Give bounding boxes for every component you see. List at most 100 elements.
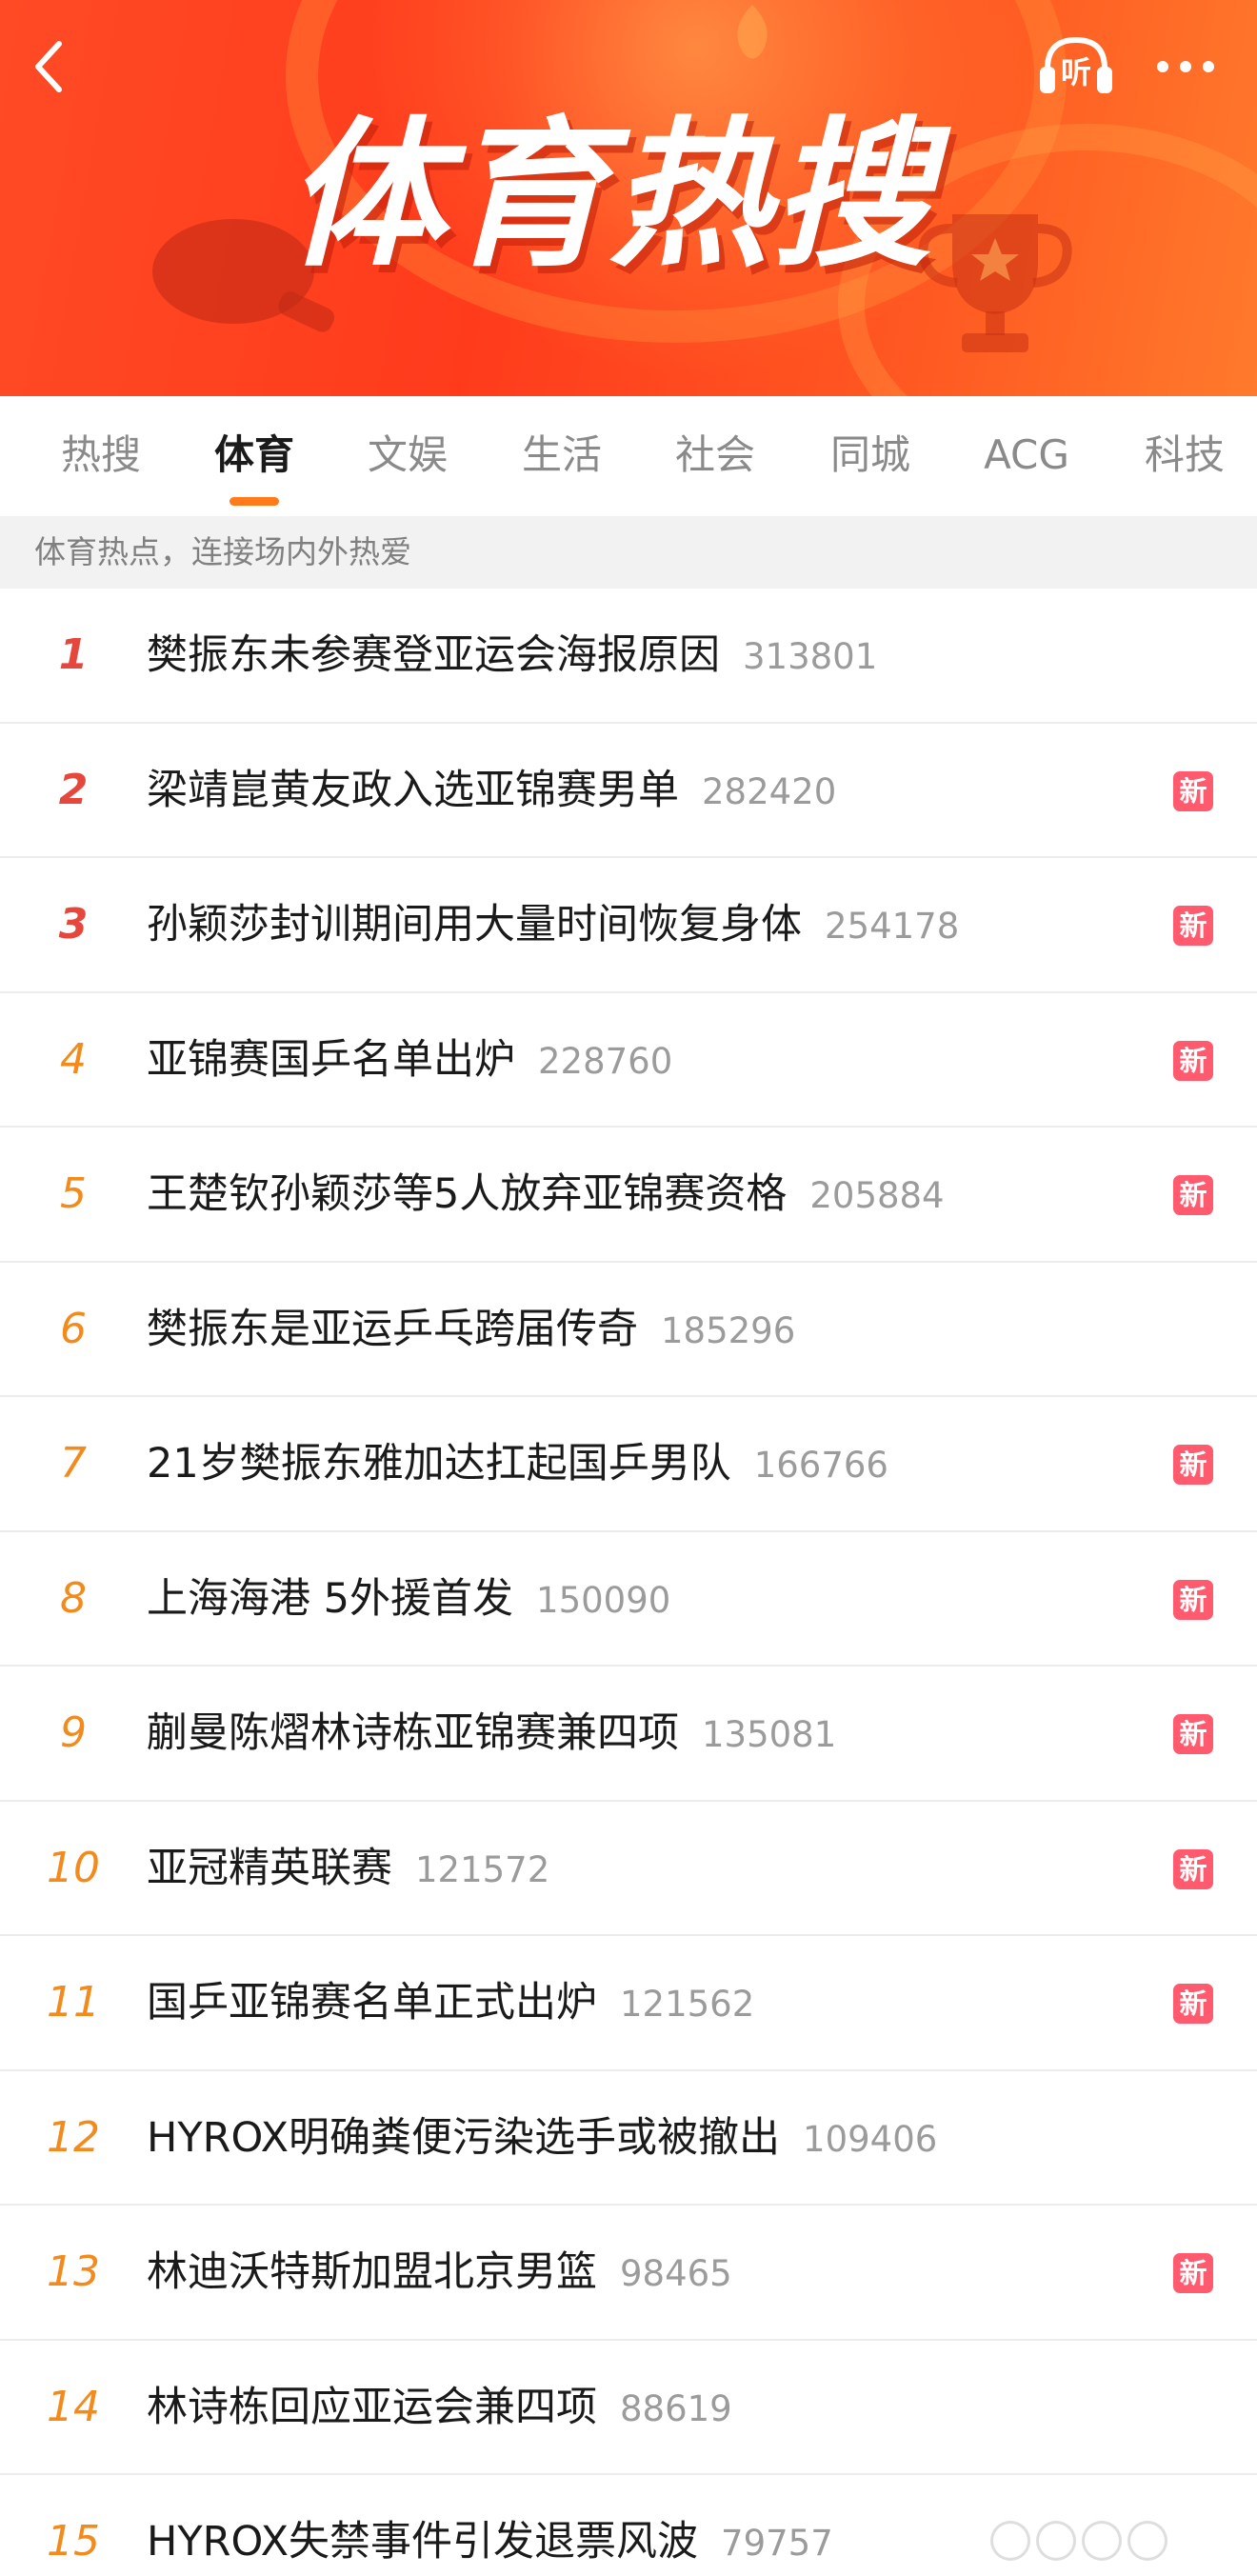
topic-title: 林迪沃特斯加盟北京男篮 bbox=[147, 2248, 597, 2296]
hot-search-row[interactable]: 10 亚冠精英联赛 121572 新 bbox=[0, 1802, 1257, 1936]
rank-number: 6 bbox=[60, 1304, 87, 1353]
topic-title: 蒯曼陈熠林诗栋亚锦赛兼四项 bbox=[147, 1709, 679, 1757]
hot-search-row[interactable]: 2 梁靖崑黄友政入选亚锦赛男单 282420 新 bbox=[0, 724, 1257, 858]
row-text: 梁靖崑黄友政入选亚锦赛男单 282420 bbox=[147, 724, 836, 857]
topic-title: HYROX失禁事件引发退票风波 bbox=[147, 2518, 699, 2566]
hot-search-row[interactable]: 11 国乒亚锦赛名单正式出炉 121562 新 bbox=[0, 1936, 1257, 2071]
row-text: 林迪沃特斯加盟北京男篮 98465 bbox=[147, 2206, 732, 2339]
hot-search-row[interactable]: 14 林诗栋回应亚运会兼四项 88619 bbox=[0, 2341, 1257, 2475]
heat-count: 282420 bbox=[702, 770, 837, 812]
row-text: 王楚钦孙颖莎等5人放弃亚锦赛资格 205884 bbox=[147, 1128, 945, 1261]
hot-search-row[interactable]: 13 林迪沃特斯加盟北京男篮 98465 新 bbox=[0, 2206, 1257, 2341]
new-badge: 新 bbox=[1173, 1714, 1213, 1754]
heat-count: 121562 bbox=[620, 1984, 755, 2025]
row-text: 蒯曼陈熠林诗栋亚锦赛兼四项 135081 bbox=[147, 1667, 836, 1800]
rank-number: 15 bbox=[47, 2517, 100, 2566]
row-text: 国乒亚锦赛名单正式出炉 121562 bbox=[147, 1936, 754, 2069]
row-text: HYROX明确粪便污染选手或被撤出 109406 bbox=[147, 2071, 937, 2205]
rank-number: 5 bbox=[60, 1169, 87, 1218]
hot-search-row[interactable]: 6 樊振东是亚运乒乓跨届传奇 185296 bbox=[0, 1263, 1257, 1397]
watermark-circle bbox=[1127, 2521, 1167, 2561]
more-options-button[interactable] bbox=[1147, 38, 1224, 95]
rank-number: 3 bbox=[58, 900, 89, 949]
new-badge: 新 bbox=[1173, 770, 1213, 811]
row-text: 樊振东是亚运乒乓跨届传奇 185296 bbox=[147, 1263, 795, 1396]
rank-number: 12 bbox=[47, 2112, 100, 2162]
rank-number: 2 bbox=[58, 765, 89, 814]
new-badge: 新 bbox=[1173, 1040, 1213, 1081]
hot-search-row[interactable]: 12 HYROX明确粪便污染选手或被撤出 109406 bbox=[0, 2071, 1257, 2206]
torch-icon bbox=[737, 5, 768, 59]
topic-title: 樊振东未参赛登亚运会海报原因 bbox=[147, 631, 720, 679]
topic-title: 国乒亚锦赛名单正式出炉 bbox=[147, 1979, 597, 2027]
rank-number: 10 bbox=[47, 1843, 100, 1892]
hot-search-row[interactable]: 4 亚锦赛国乒名单出炉 228760 新 bbox=[0, 993, 1257, 1128]
topic-title: 梁靖崑黄友政入选亚锦赛男单 bbox=[147, 766, 679, 814]
heat-count: 150090 bbox=[536, 1579, 671, 1621]
hot-search-row[interactable]: 3 孙颖莎封训期间用大量时间恢复身体 254178 新 bbox=[0, 858, 1257, 993]
row-text: 樊振东未参赛登亚运会海报原因 313801 bbox=[147, 589, 877, 722]
heat-count: 135081 bbox=[702, 1714, 837, 1755]
new-badge: 新 bbox=[1173, 1175, 1213, 1215]
tab-tech[interactable]: 科技 bbox=[1139, 427, 1230, 484]
row-text: 21岁樊振东雅加达扛起国乒男队 166766 bbox=[147, 1397, 888, 1530]
topic-title: 林诗栋回应亚运会兼四项 bbox=[147, 2383, 597, 2431]
chevron-left-icon bbox=[35, 41, 62, 92]
more-dot-icon bbox=[1157, 61, 1168, 72]
tab-society[interactable]: 社会 bbox=[669, 427, 761, 484]
topic-title: HYROX明确粪便污染选手或被撤出 bbox=[147, 2113, 781, 2162]
heat-count: 313801 bbox=[743, 636, 878, 677]
topic-title: 王楚钦孙颖莎等5人放弃亚锦赛资格 bbox=[147, 1170, 788, 1218]
active-tab-indicator bbox=[229, 497, 279, 506]
heat-count: 79757 bbox=[721, 2523, 833, 2564]
watermark-circle bbox=[990, 2521, 1030, 2561]
hot-search-list: 1 樊振东未参赛登亚运会海报原因 313801 2 梁靖崑黄友政入选亚锦赛男单 28242… bbox=[0, 589, 1257, 2576]
heat-count: 205884 bbox=[809, 1175, 945, 1216]
heat-count: 121572 bbox=[415, 1848, 550, 1890]
tab-sports[interactable]: 体育 bbox=[209, 427, 300, 484]
hot-search-row[interactable]: 5 王楚钦孙颖莎等5人放弃亚锦赛资格 205884 新 bbox=[0, 1128, 1257, 1263]
more-dot-icon bbox=[1180, 61, 1191, 72]
rank-number: 4 bbox=[60, 1034, 87, 1084]
hot-search-row[interactable]: 9 蒯曼陈熠林诗栋亚锦赛兼四项 135081 新 bbox=[0, 1667, 1257, 1802]
tab-hot[interactable]: 热搜 bbox=[55, 427, 147, 484]
hot-search-row[interactable]: 7 21岁樊振东雅加达扛起国乒男队 166766 新 bbox=[0, 1397, 1257, 1532]
rank-number: 7 bbox=[60, 1439, 87, 1488]
back-button[interactable] bbox=[21, 29, 78, 105]
new-badge: 新 bbox=[1173, 2253, 1213, 2293]
rank-number: 9 bbox=[60, 1708, 87, 1757]
listen-button[interactable]: 听 bbox=[1038, 32, 1114, 99]
category-tabs: 热搜 体育 文娱 生活 社会 同城 ACG 科技 bbox=[0, 396, 1257, 516]
row-text: 上海海港 5外援首发 150090 bbox=[147, 1532, 670, 1666]
tab-acg[interactable]: ACG bbox=[973, 427, 1080, 484]
rank-number: 1 bbox=[58, 630, 89, 679]
heat-count: 109406 bbox=[803, 2118, 938, 2160]
watermark bbox=[990, 2514, 1247, 2567]
row-text: 林诗栋回应亚运会兼四项 88619 bbox=[147, 2341, 732, 2474]
topic-title: 孙颖莎封训期间用大量时间恢复身体 bbox=[147, 901, 802, 949]
row-text: 亚锦赛国乒名单出炉 228760 bbox=[147, 993, 672, 1127]
banner-title: 体育热搜 bbox=[286, 102, 933, 289]
tab-entertainment[interactable]: 文娱 bbox=[362, 427, 453, 484]
tab-life[interactable]: 生活 bbox=[516, 427, 608, 484]
heat-count: 254178 bbox=[825, 906, 960, 947]
rank-number: 13 bbox=[47, 2247, 100, 2296]
topic-title: 亚锦赛国乒名单出炉 bbox=[147, 1035, 515, 1084]
new-badge: 新 bbox=[1173, 1848, 1213, 1889]
hot-search-row[interactable]: 1 樊振东未参赛登亚运会海报原因 313801 bbox=[0, 589, 1257, 724]
row-text: 孙颖莎封训期间用大量时间恢复身体 254178 bbox=[147, 858, 959, 991]
topic-title: 上海海港 5外援首发 bbox=[147, 1574, 514, 1623]
header-banner: 体育热搜 听 bbox=[0, 0, 1257, 396]
heat-count: 166766 bbox=[753, 1445, 888, 1486]
watermark-circle bbox=[1082, 2521, 1122, 2561]
hot-search-row[interactable]: 8 上海海港 5外援首发 150090 新 bbox=[0, 1532, 1257, 1667]
heat-count: 98465 bbox=[620, 2253, 732, 2294]
topic-title: 樊振东是亚运乒乓跨届传奇 bbox=[147, 1305, 638, 1353]
section-subtitle: 体育热点，连接场内外热爱 bbox=[0, 516, 1257, 589]
tab-local[interactable]: 同城 bbox=[825, 427, 916, 484]
new-badge: 新 bbox=[1173, 1445, 1213, 1485]
heat-count: 88619 bbox=[620, 2387, 732, 2429]
new-badge: 新 bbox=[1173, 1579, 1213, 1620]
new-badge: 新 bbox=[1173, 1984, 1213, 2024]
new-badge: 新 bbox=[1173, 906, 1213, 946]
